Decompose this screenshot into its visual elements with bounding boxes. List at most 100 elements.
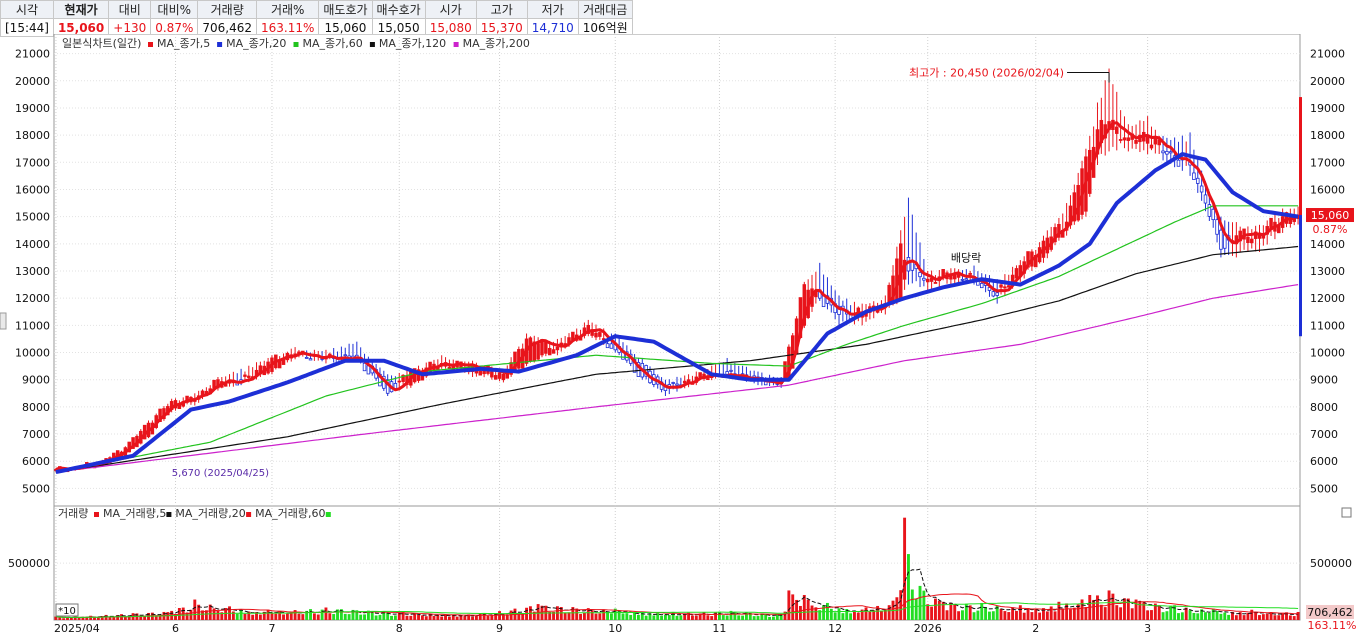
volume-bar <box>471 616 474 620</box>
quote-header: 고가 <box>475 0 528 19</box>
volume-bar <box>285 613 289 620</box>
volume-bar <box>1223 612 1227 620</box>
candle-body <box>304 357 309 359</box>
volume-bar <box>968 605 972 620</box>
volume-bar <box>455 616 459 620</box>
volume-bar <box>274 613 278 620</box>
volume-bar <box>663 614 667 620</box>
candle-body <box>490 371 494 378</box>
quote-header: 거래량 <box>197 0 257 19</box>
volume-bar <box>1254 611 1258 620</box>
volume-bar <box>849 613 853 620</box>
volume-bar <box>243 613 247 620</box>
volume-bar <box>991 611 995 620</box>
volume-bar <box>582 612 586 620</box>
volume-bar <box>378 614 382 620</box>
volume-bar <box>490 615 494 620</box>
legend-swatch <box>293 42 299 47</box>
candle-body <box>933 281 938 284</box>
x-tick-label: 8 <box>396 622 403 635</box>
candle-body <box>1169 151 1173 154</box>
candle-body <box>1014 268 1019 279</box>
candle-body <box>528 337 533 362</box>
volume-bar <box>957 611 961 620</box>
legend-label: MA_거래량,20 <box>175 507 245 520</box>
quote-header-row: 시각 현재가 대비 대비% 거래량 거래% 매도호가 매수호가 시가 고가 저가… <box>0 0 633 19</box>
volume-bar <box>1219 613 1223 620</box>
price-tick-left: 5000 <box>22 482 50 495</box>
candle-body <box>1010 274 1015 283</box>
quote-header: 거래대금 <box>577 0 633 19</box>
candle-body <box>501 373 506 381</box>
volume-bar <box>282 614 285 620</box>
candle-body <box>547 347 552 356</box>
legend-label: MA_종가,20 <box>226 37 286 50</box>
quote-header: 현재가 <box>52 0 110 19</box>
volume-bar <box>652 615 656 620</box>
volume-bar <box>667 615 671 620</box>
quote-header: 시가 <box>424 0 477 19</box>
volume-bar <box>89 615 93 620</box>
price-tick-right: 16000 <box>1310 183 1345 196</box>
volume-bar <box>1123 598 1126 620</box>
volume-bar <box>756 616 760 620</box>
candle-body <box>1126 137 1131 141</box>
volume-bar <box>926 604 930 620</box>
candle-body <box>1118 139 1123 141</box>
volume-bar <box>609 613 613 620</box>
volume-bar <box>390 615 393 620</box>
volume-bar <box>1292 616 1296 620</box>
price-tick-left: 6000 <box>22 455 50 468</box>
volume-bar <box>1030 612 1034 620</box>
volume-bar <box>1265 613 1269 620</box>
volume-bar <box>660 615 664 620</box>
candle-body <box>671 382 675 384</box>
volume-bar <box>567 612 571 620</box>
volume-bar <box>409 615 413 620</box>
price-tick-left: 10000 <box>15 347 50 360</box>
volume-bar <box>258 614 262 620</box>
quote-header: 거래% <box>255 0 320 19</box>
price-tick-right: 11000 <box>1310 319 1345 332</box>
price-tick-right: 7000 <box>1310 428 1338 441</box>
volume-bar <box>675 615 679 620</box>
volume-bar <box>949 603 953 620</box>
volume-bar <box>1242 615 1246 620</box>
candle-body <box>968 272 972 275</box>
volume-bar <box>266 609 270 620</box>
candle-body <box>343 354 347 357</box>
price-tick-right: 13000 <box>1310 265 1345 278</box>
volume-bar <box>1246 613 1250 620</box>
volume-bar <box>880 610 883 620</box>
quote-header: 저가 <box>526 0 579 19</box>
high-price-annotation: 최고가 : 20,450 (2026/02/04) <box>909 67 1064 80</box>
candle-body <box>1219 229 1223 250</box>
volume-bar <box>725 615 729 620</box>
volume-bar <box>752 616 756 620</box>
volume-bar <box>953 604 957 620</box>
candle-body <box>1165 151 1169 155</box>
volume-bar <box>93 617 96 620</box>
volume-bar <box>829 608 833 620</box>
volume-bar <box>636 614 640 620</box>
volume-tick-left: 500000 <box>8 557 50 570</box>
price-tick-right: 19000 <box>1310 102 1345 115</box>
volume-bar <box>1026 608 1030 620</box>
x-tick-label: 6 <box>172 622 179 635</box>
volume-bar <box>270 613 274 620</box>
candle-body <box>397 380 402 383</box>
volume-bar <box>741 615 745 620</box>
candle-body <box>918 272 922 278</box>
volume-bar <box>463 616 467 620</box>
price-tick-right: 21000 <box>1310 48 1345 61</box>
volume-bar <box>1192 612 1196 620</box>
volume-bar <box>1161 612 1165 620</box>
price-tick-left: 9000 <box>22 374 50 387</box>
volume-bar <box>1080 599 1084 620</box>
volume-bar <box>710 616 714 620</box>
candle-body <box>821 295 826 308</box>
legend-label: MA_종가,120 <box>379 37 446 50</box>
volume-bar <box>1215 610 1219 620</box>
volume-bar <box>505 614 509 620</box>
volume-bar <box>644 615 648 620</box>
